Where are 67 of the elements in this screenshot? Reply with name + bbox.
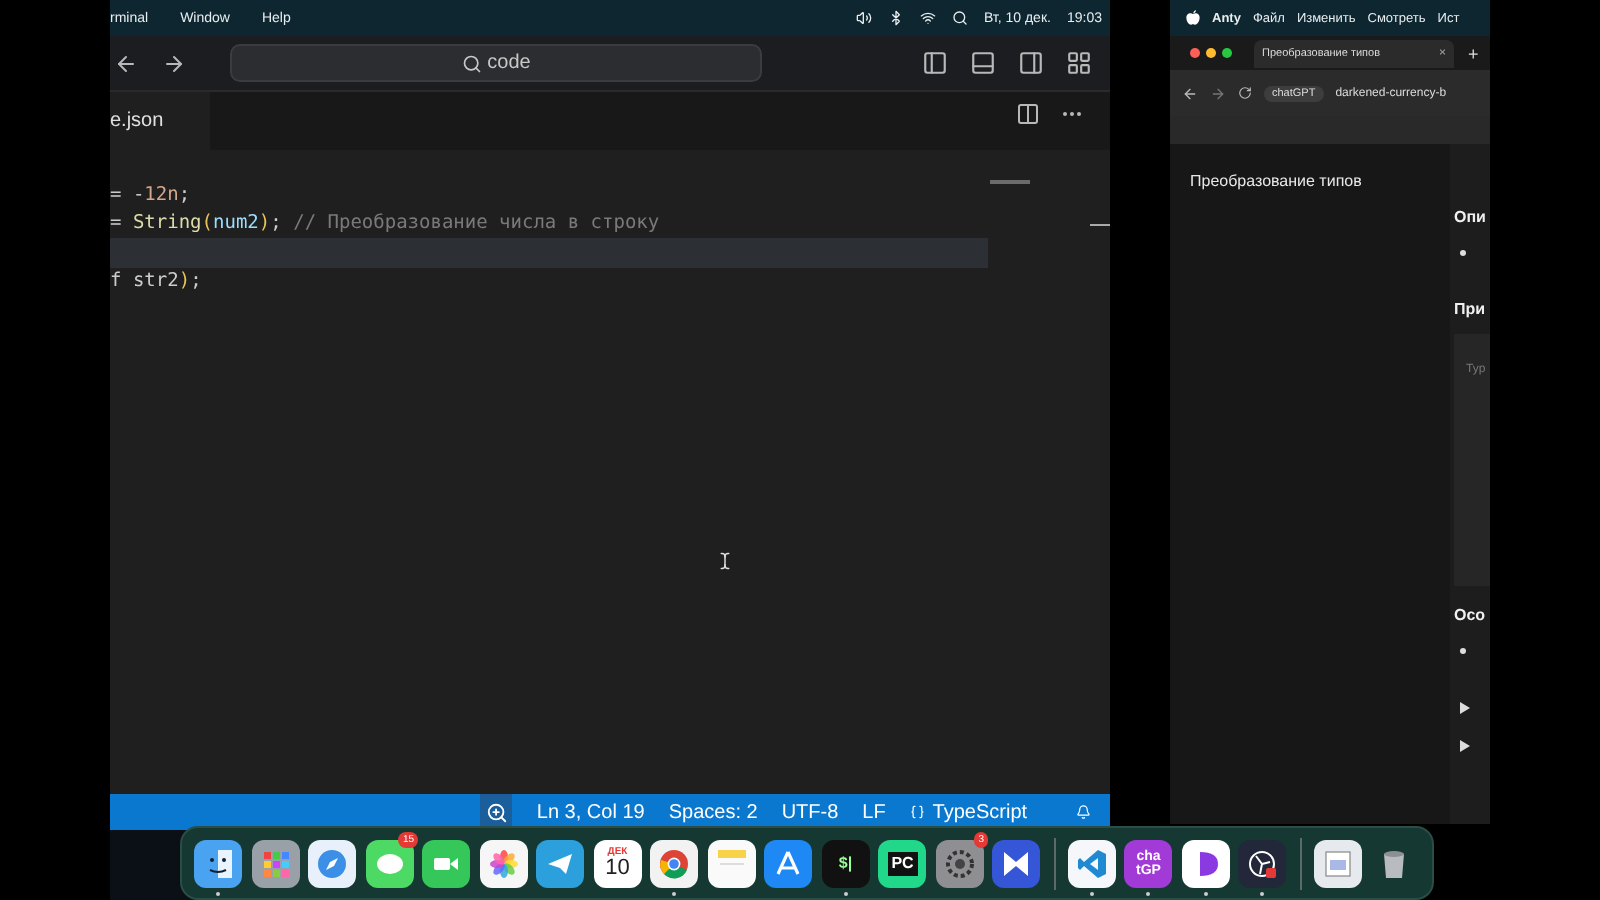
disclosure-triangle-icon[interactable]: [1460, 740, 1470, 752]
arrow-right-icon: [162, 51, 186, 75]
record-logo-icon[interactable]: [1238, 839, 1287, 887]
day-number: 10: [605, 857, 630, 879]
notifications-icon[interactable]: [1075, 802, 1090, 822]
letter-a-logo-icon[interactable]: [764, 839, 813, 887]
code-line: f str2);: [110, 270, 202, 293]
braces-icon: [909, 802, 925, 822]
grid-layout-icon: [1065, 50, 1091, 76]
grid-icon[interactable]: [251, 839, 300, 887]
status-item[interactable]: Spaces: 2: [668, 801, 758, 823]
bullet-icon: [1460, 250, 1466, 256]
sidebar-title[interactable]: Преобразование типов: [1190, 172, 1362, 190]
reload-button[interactable]: [1238, 86, 1252, 100]
logo-text: PC: [887, 851, 918, 875]
d-shape-logo-icon[interactable]: [1181, 839, 1230, 887]
pc-logo-icon[interactable]: PC: [878, 839, 927, 887]
face-icon[interactable]: [194, 839, 243, 887]
x-shape-logo-icon[interactable]: [992, 839, 1041, 887]
search-icon[interactable]: [951, 10, 968, 26]
toggle-sidebar-button[interactable]: [918, 47, 950, 79]
panel-right-icon: [1017, 50, 1043, 76]
paper-plane-icon[interactable]: [536, 839, 585, 887]
chat-bubble-icon[interactable]: [365, 839, 414, 887]
code-line: = String(num2); // Преобразование числа в строку: [110, 212, 660, 235]
search-icon: [461, 53, 482, 73]
section-heading: При: [1454, 300, 1488, 318]
toggle-secondary-sidebar-button[interactable]: [1014, 47, 1046, 79]
editor-tab[interactable]: e.json: [110, 92, 210, 150]
layout-button[interactable]: [1062, 47, 1094, 79]
arrow-left-icon: [114, 51, 138, 75]
search-field[interactable]: code: [230, 44, 762, 82]
apple-logo-icon[interactable]: [1186, 10, 1200, 26]
scroll-marker: [1090, 224, 1110, 226]
toggle-panel-button[interactable]: [966, 47, 998, 79]
ribbon-logo-icon[interactable]: [1067, 839, 1116, 887]
zoom-in-icon: [485, 801, 508, 823]
text-cursor-icon: [716, 552, 734, 570]
new-tab-button[interactable]: +: [1468, 43, 1479, 63]
language-mode[interactable]: TypeScript: [932, 801, 1028, 823]
video-camera-icon[interactable]: [422, 839, 471, 887]
gear-icon[interactable]: [935, 839, 984, 887]
back-button[interactable]: [1182, 85, 1198, 101]
ring-logo-icon[interactable]: [650, 839, 699, 887]
status-item[interactable]: Ln 3, Col 19: [536, 801, 645, 823]
wifi-icon[interactable]: [919, 10, 936, 26]
disclosure-triangle-icon[interactable]: [1460, 702, 1470, 714]
panel-left-icon: [921, 50, 947, 76]
code-line: = -12n;: [110, 183, 191, 206]
split-columns-icon: [1016, 102, 1040, 126]
panel-bottom-icon: [969, 50, 995, 76]
notepad-icon[interactable]: [707, 839, 756, 887]
status-item[interactable]: LF: [862, 801, 886, 823]
speaker-icon[interactable]: [855, 10, 872, 26]
section-heading: Опи: [1454, 208, 1488, 226]
minimize-window-button[interactable]: [1206, 48, 1216, 58]
maximize-window-button[interactable]: [1222, 48, 1232, 58]
compass-icon[interactable]: [308, 839, 357, 887]
status-item[interactable]: UTF-8: [781, 801, 839, 823]
spreadsheet-file-icon[interactable]: [1313, 839, 1362, 887]
section-heading: Осо: [1454, 606, 1488, 624]
close-window-button[interactable]: [1190, 48, 1200, 58]
flower-icon[interactable]: [479, 839, 528, 887]
logo-text: $|: [838, 855, 853, 871]
bullet-icon: [1460, 648, 1466, 654]
terminal-icon[interactable]: $|: [821, 839, 870, 887]
bluetooth-icon[interactable]: [887, 10, 904, 26]
